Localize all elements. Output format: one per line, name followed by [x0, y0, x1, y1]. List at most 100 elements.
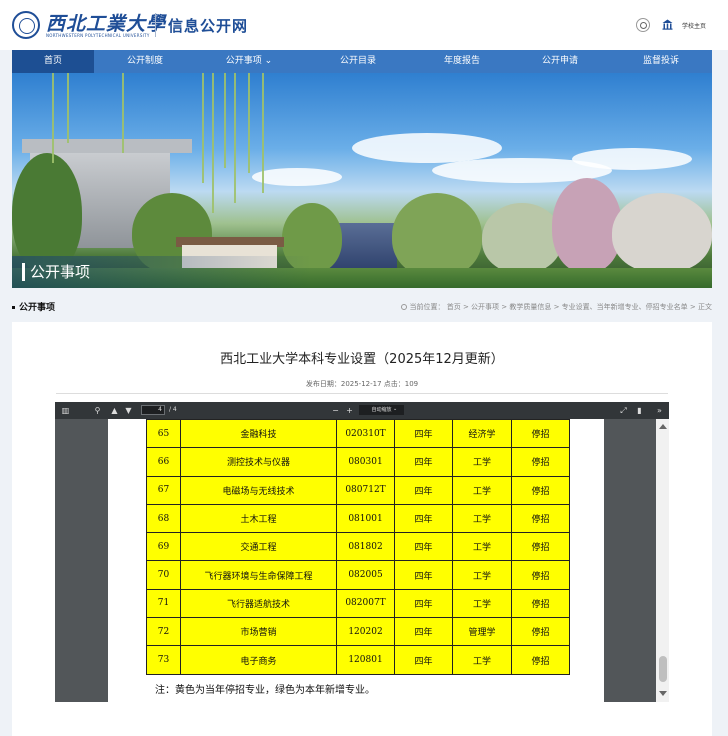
location-icon	[400, 304, 407, 310]
major-name-cell: 飞行器环境与生命保障工程	[180, 560, 337, 590]
row-number-cell: 66	[146, 447, 181, 477]
pdf-page: 65 金融科技 020310T 四年 经济学 停招 66 测控技术与仪器 080301 四年 工学停…	[108, 418, 604, 702]
major-name-cell: 市场营销	[180, 617, 337, 647]
banner-title: 公开事项	[30, 263, 91, 281]
category-cell: 工学	[452, 560, 512, 590]
table-row: 70 飞行器环境与生命保障工程 082005 四年 工学 停招	[146, 560, 570, 590]
next-page-icon[interactable]: ▼	[124, 406, 133, 415]
site-title[interactable]: 信息公开网	[168, 15, 248, 36]
category-cell: 经济学	[452, 418, 512, 449]
duration-cell: 四年	[394, 503, 453, 534]
previous-page-icon[interactable]: ▲	[110, 406, 119, 415]
nav-item-home[interactable]: 首页	[12, 50, 94, 73]
row-number-cell: 68	[146, 503, 181, 534]
nav-item-annual-report[interactable]: 年度报告	[414, 50, 510, 73]
breadcrumb[interactable]: 当前位置： 首页 > 公开事项 > 教学质量信息 > 专业设置、当年新增专业、停…	[400, 302, 712, 312]
status-cell: 停招	[511, 645, 570, 675]
page-total: / 4	[169, 406, 177, 413]
table-row: 67 电磁场与无线技术 080712T 四年 工学 停招	[146, 475, 570, 505]
duration-cell: 四年	[394, 447, 453, 477]
major-code-cell: 080712T	[336, 475, 395, 505]
row-number-cell: 73	[146, 645, 181, 675]
duration-cell: 四年	[394, 532, 453, 562]
major-code-cell: 082007T	[336, 588, 395, 619]
row-number-cell: 72	[146, 617, 181, 647]
status-cell: 停招	[511, 418, 570, 449]
zoom-out-icon[interactable]: −	[331, 406, 340, 415]
divider	[56, 393, 668, 394]
scrollbar-thumb[interactable]	[659, 656, 667, 682]
category-cell: 工学	[452, 588, 512, 619]
pdf-viewer[interactable]: ▥ ⚲ ▲ ▼ 4 / 4 − + 自动缩放 ⌄ ⤢ ▮ » 65 金融科技 020…	[55, 402, 669, 702]
article-meta: 发布日期：2025-12-17 点击：109	[305, 380, 419, 388]
category-cell: 工学	[452, 503, 512, 534]
major-code-cell: 081802	[336, 532, 395, 562]
table-row: 65 金融科技 020310T 四年 经济学 停招	[146, 418, 570, 449]
nav-item-catalog[interactable]: 公开目录	[302, 50, 414, 73]
row-number-cell: 65	[146, 418, 181, 449]
row-number-cell: 69	[146, 532, 181, 562]
status-cell: 停招	[511, 588, 570, 619]
fullscreen-icon[interactable]: ⤢	[619, 406, 628, 415]
table-row: 73 电子商务 120801 四年 工学 停招	[146, 645, 570, 675]
scroll-up-icon[interactable]	[659, 424, 667, 429]
main-nav: 首页 公开制度 公开事项 ⌄ 公开目录 年度报告 公开申请 监督投诉	[12, 50, 712, 73]
zoom-dropdown-icon[interactable]: ⌄	[393, 406, 397, 412]
table-note: 注：黄色为当年停招专业，绿色为本年新增专业。	[155, 685, 375, 696]
article-title: 西北工业大学本科专业设置（2025年12月更新）	[220, 352, 504, 367]
duration-cell: 四年	[394, 418, 453, 449]
zoom-select[interactable]: 自动缩放	[359, 405, 404, 415]
university-home-icon[interactable]	[662, 19, 673, 30]
category-cell: 管理学	[452, 617, 512, 647]
duration-cell: 四年	[394, 588, 453, 619]
major-name-cell: 电磁场与无线技术	[180, 475, 337, 505]
major-code-cell: 120801	[336, 645, 395, 675]
category-cell: 工学	[452, 475, 512, 505]
major-name-cell: 金融科技	[180, 418, 337, 449]
search-icon[interactable]	[636, 18, 650, 32]
major-name-cell: 测控技术与仪器	[180, 447, 337, 477]
nav-item-public-matters[interactable]: 公开事项 ⌄	[196, 50, 302, 73]
nav-item-application[interactable]: 公开申请	[510, 50, 610, 73]
nav-item-policy[interactable]: 公开制度	[94, 50, 196, 73]
banner-accent-bar	[22, 263, 25, 281]
duration-cell: 四年	[394, 645, 453, 675]
zoom-in-icon[interactable]: +	[345, 406, 354, 415]
table-row: 66 测控技术与仪器 080301 四年 工学 停招	[146, 447, 570, 477]
table-row: 68 土木工程 081001 四年 工学 停招	[146, 503, 570, 534]
row-number-cell: 67	[146, 475, 181, 505]
status-cell: 停招	[511, 560, 570, 590]
search-icon[interactable]: ⚲	[93, 406, 102, 415]
campus-banner-image: 公开事项	[12, 73, 712, 288]
university-logo-en: NORTHWESTERN POLYTECHNICAL UNIVERSITY	[46, 33, 150, 38]
status-cell: 停招	[511, 475, 570, 505]
more-tools-icon[interactable]: »	[655, 406, 664, 415]
page-number-input[interactable]: 4	[141, 405, 165, 415]
school-home-link[interactable]: 学校主页	[682, 21, 706, 30]
duration-cell: 四年	[394, 560, 453, 590]
major-name-cell: 电子商务	[180, 645, 337, 675]
scroll-down-icon[interactable]	[659, 691, 667, 696]
status-cell: 停招	[511, 503, 570, 534]
university-emblem-icon[interactable]	[12, 11, 40, 39]
status-cell: 停招	[511, 617, 570, 647]
major-code-cell: 080301	[336, 447, 395, 477]
major-name-cell: 土木工程	[180, 503, 337, 534]
logo-divider	[155, 13, 156, 37]
nav-item-complaint[interactable]: 监督投诉	[610, 50, 712, 73]
major-name-cell: 交通工程	[180, 532, 337, 562]
major-name-cell: 飞行器适航技术	[180, 588, 337, 619]
pdf-toolbar: ▥ ⚲ ▲ ▼ 4 / 4 − + 自动缩放 ⌄ ⤢ ▮ »	[55, 402, 669, 419]
table-row: 71 飞行器适航技术 082007T 四年 工学 停招	[146, 588, 570, 619]
bookmark-icon[interactable]: ▮	[635, 406, 644, 415]
major-code-cell: 082005	[336, 560, 395, 590]
university-logo-text[interactable]: 西北工業大學	[46, 9, 166, 36]
site-header: 西北工業大學 NORTHWESTERN POLYTECHNICAL UNIVER…	[0, 0, 728, 50]
sidebar-toggle-icon[interactable]: ▥	[61, 406, 70, 415]
status-cell: 停招	[511, 447, 570, 477]
pdf-scrollbar[interactable]	[656, 419, 669, 702]
category-cell: 工学	[452, 447, 512, 477]
table-row: 69 交通工程 081802 四年 工学 停招	[146, 532, 570, 562]
major-code-cell: 020310T	[336, 418, 395, 449]
category-cell: 工学	[452, 645, 512, 675]
